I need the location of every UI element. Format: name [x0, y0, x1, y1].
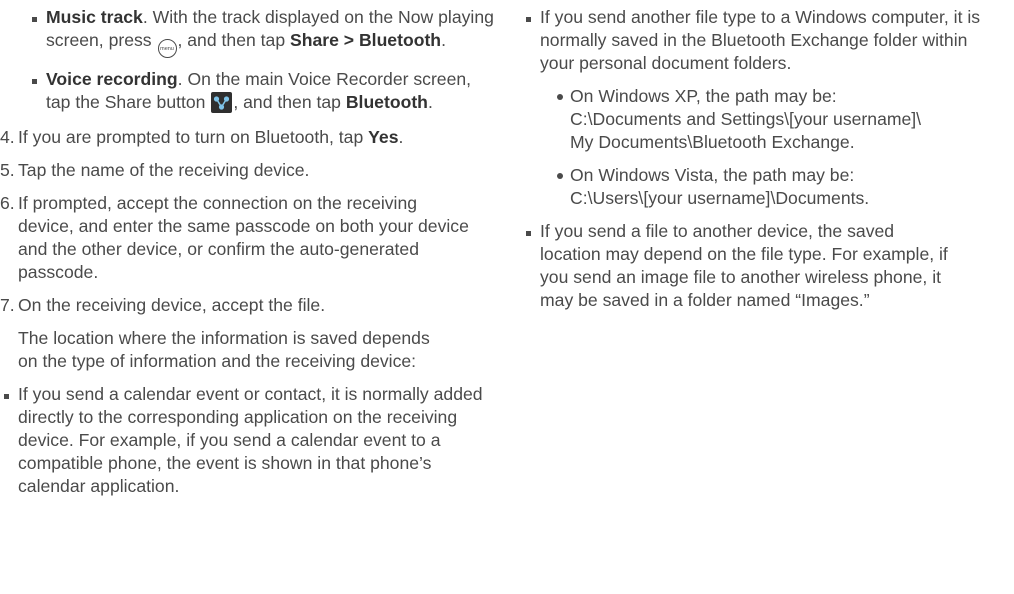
windows-bullet: If you send another file type to a Windo… — [522, 6, 1014, 75]
share-label: Share — [290, 30, 339, 50]
bullet-square-icon — [32, 79, 37, 84]
step-number: 4. — [0, 127, 15, 147]
step-number: 6. — [0, 193, 15, 213]
step-7: 7. On the receiving device, accept the f… — [0, 295, 326, 315]
step-6: 6. If prompted, accept the connection on… — [0, 193, 469, 282]
music-track-label: Music track — [46, 7, 143, 27]
location-paragraph: The location where the information is sa… — [18, 328, 430, 371]
right-column: If you send another file type to a Windo… — [522, 0, 1014, 312]
bullet-dot-icon — [557, 94, 563, 100]
left-column: Music track. With the track displayed on… — [0, 0, 500, 498]
bullet-square-icon — [32, 17, 37, 22]
menu-key-icon: menu — [157, 39, 177, 58]
voice-recording-item: Voice recording. On the main Voice Recor… — [0, 68, 500, 114]
bullet-square-icon — [526, 17, 531, 22]
yes-label: Yes — [368, 127, 399, 147]
step-number: 7. — [0, 295, 15, 315]
calendar-bullet: If you send a calendar event or contact,… — [0, 383, 500, 498]
share-button-icon — [211, 92, 233, 113]
windows-vista-item: On Windows Vista, the path may be: C:\Us… — [522, 164, 1014, 210]
music-track-item: Music track. With the track displayed on… — [0, 6, 500, 58]
step-5: 5. Tap the name of the receiving device. — [0, 160, 310, 180]
bullet-square-icon — [526, 231, 531, 236]
windows-xp-item: On Windows XP, the path may be: C:\Docum… — [522, 85, 1014, 154]
bluetooth-label: Bluetooth — [345, 92, 428, 112]
step-4: 4. If you are prompted to turn on Blueto… — [0, 127, 404, 147]
voice-recording-label: Voice recording — [46, 69, 178, 89]
step-number: 5. — [0, 160, 15, 180]
bullet-square-icon — [4, 394, 9, 399]
bullet-dot-icon — [557, 173, 563, 179]
bluetooth-label: Bluetooth — [358, 30, 442, 50]
device-bullet: If you send a file to another device, th… — [522, 220, 1014, 312]
